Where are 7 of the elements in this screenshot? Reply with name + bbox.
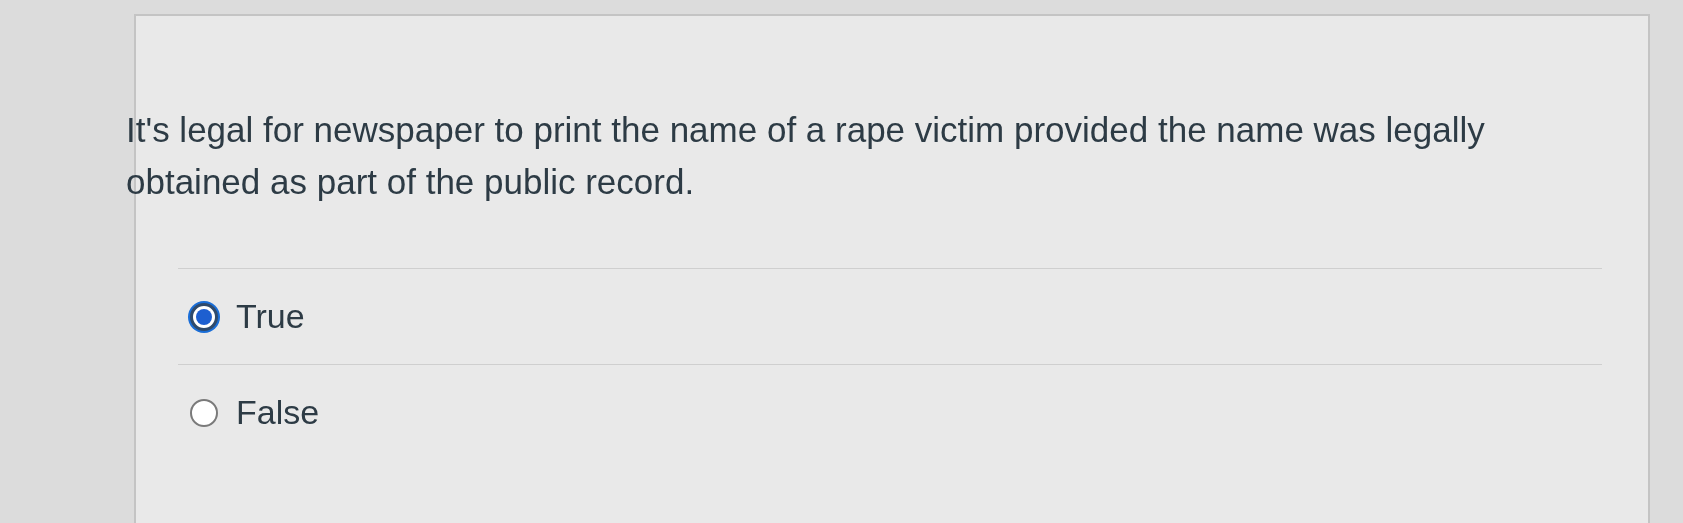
radio-button[interactable]	[190, 398, 218, 427]
option-label: False	[236, 392, 320, 433]
option-label: True	[236, 296, 305, 337]
radio-option[interactable]: True	[190, 291, 305, 342]
radio-option[interactable]: False	[190, 387, 320, 438]
question-text: It's legal for newspaper to print the name of a rape victim provided the name was legally obtained as part of the public record.	[126, 109, 1486, 203]
radio-button[interactable]	[190, 302, 218, 331]
